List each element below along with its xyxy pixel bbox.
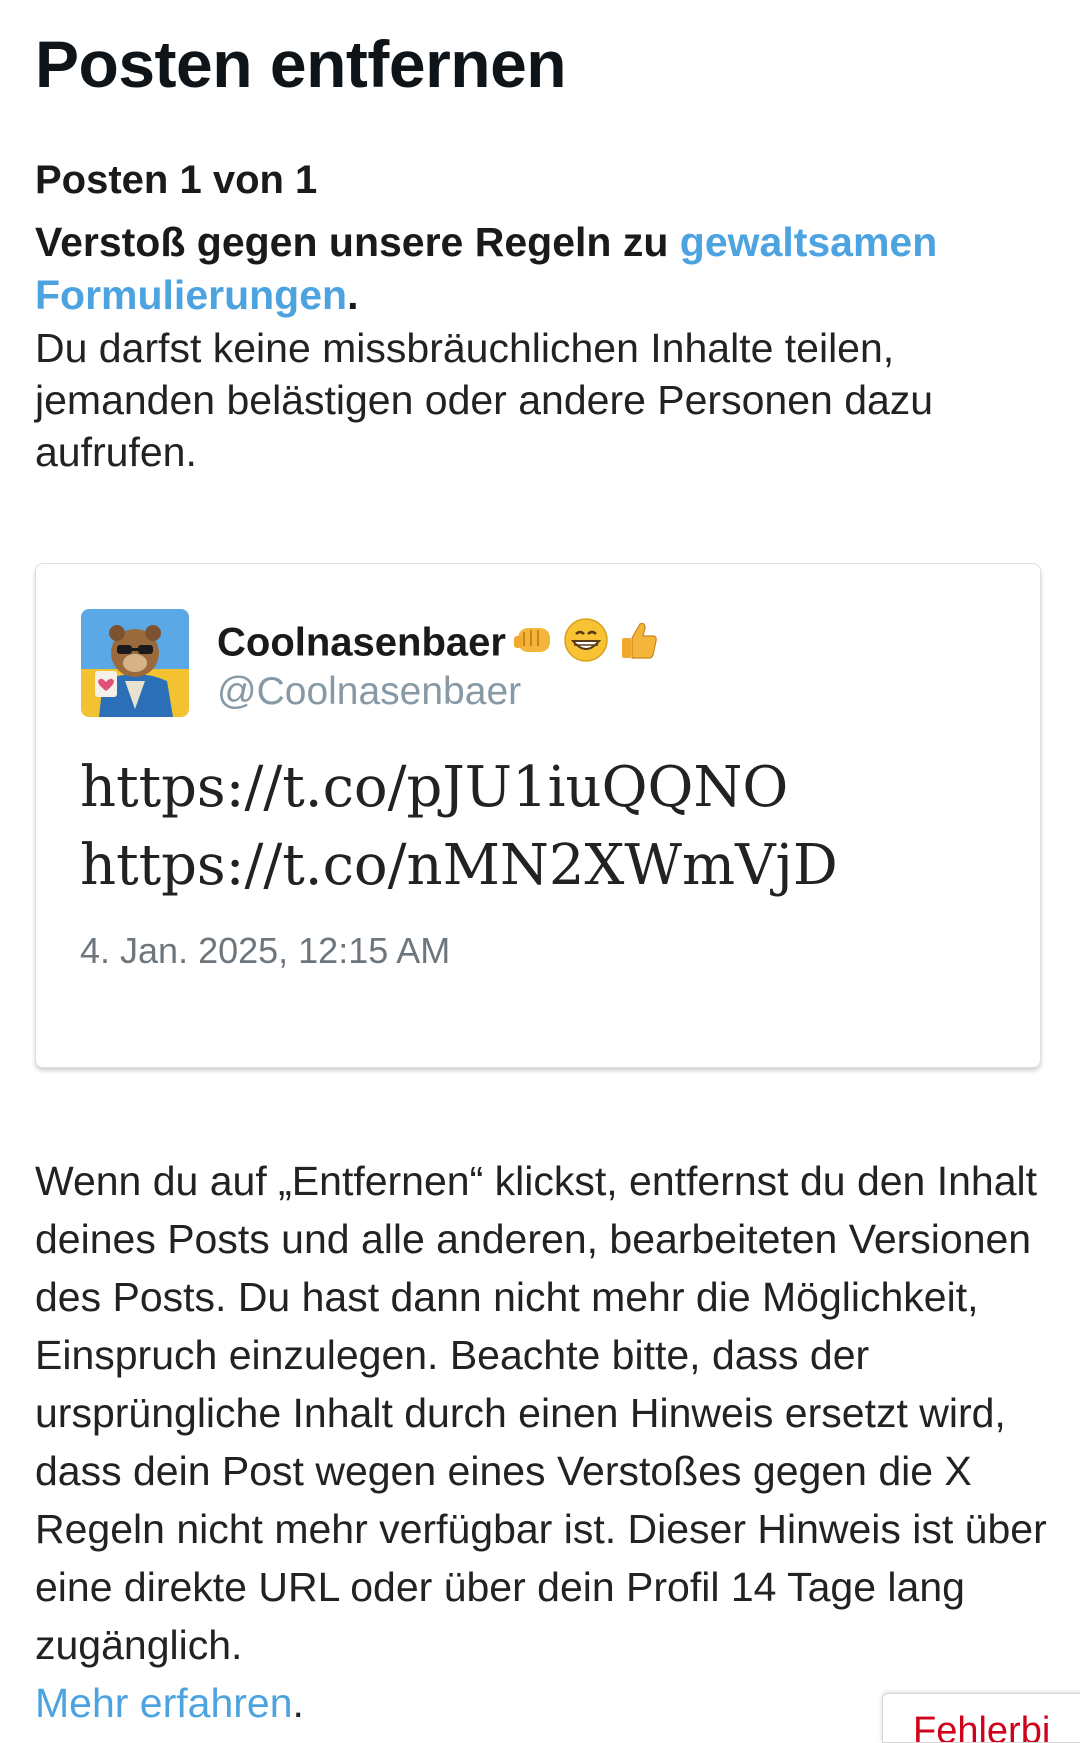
learn-more-suffix: . — [292, 1680, 304, 1726]
post-text: https://t.co/pJU1iuQQNO https://t.co/nMN… — [80, 749, 838, 905]
post-link-1[interactable]: https://t.co/pJU1iuQQNO — [80, 749, 838, 827]
removal-explanation: Wenn du auf „Entfernen“ klickst, entfern… — [35, 1152, 1055, 1732]
post-counter: Posten 1 von 1 — [35, 158, 318, 202]
post-handle: @Coolnasenbaer — [217, 670, 522, 713]
violation-suffix: . — [347, 272, 359, 318]
avatar — [81, 609, 189, 717]
grinning-face-emoji-icon — [562, 616, 610, 674]
post-timestamp: 4. Jan. 2025, 12:15 AM — [80, 930, 451, 971]
bear-avatar-icon — [81, 609, 189, 717]
page-title: Posten entfernen — [35, 27, 567, 101]
post-display-name: Coolnasenbaer — [217, 616, 660, 674]
learn-more-link[interactable]: Mehr erfahren — [35, 1680, 293, 1726]
display-name-text: Coolnasenbaer — [217, 620, 506, 665]
post-link-2[interactable]: https://t.co/nMN2XWmVjD — [80, 827, 838, 905]
post-card: Coolnasenbaer @Coolnasenbaer https://t.c… — [35, 563, 1041, 1068]
thumbs-up-emoji-icon — [616, 618, 660, 672]
violation-prefix: Verstoß gegen unsere Regeln zu — [35, 219, 680, 265]
oncoming-fist-emoji-icon — [512, 618, 556, 672]
violation-heading: Verstoß gegen unsere Regeln zu gewaltsam… — [35, 216, 1035, 322]
rule-description: Du darfst keine missbräuchlichen Inhalte… — [35, 325, 934, 475]
removal-explanation-text: Wenn du auf „Entfernen“ klickst, entfern… — [35, 1158, 1047, 1668]
error-report-button[interactable]: Fehlerbi — [882, 1693, 1080, 1743]
